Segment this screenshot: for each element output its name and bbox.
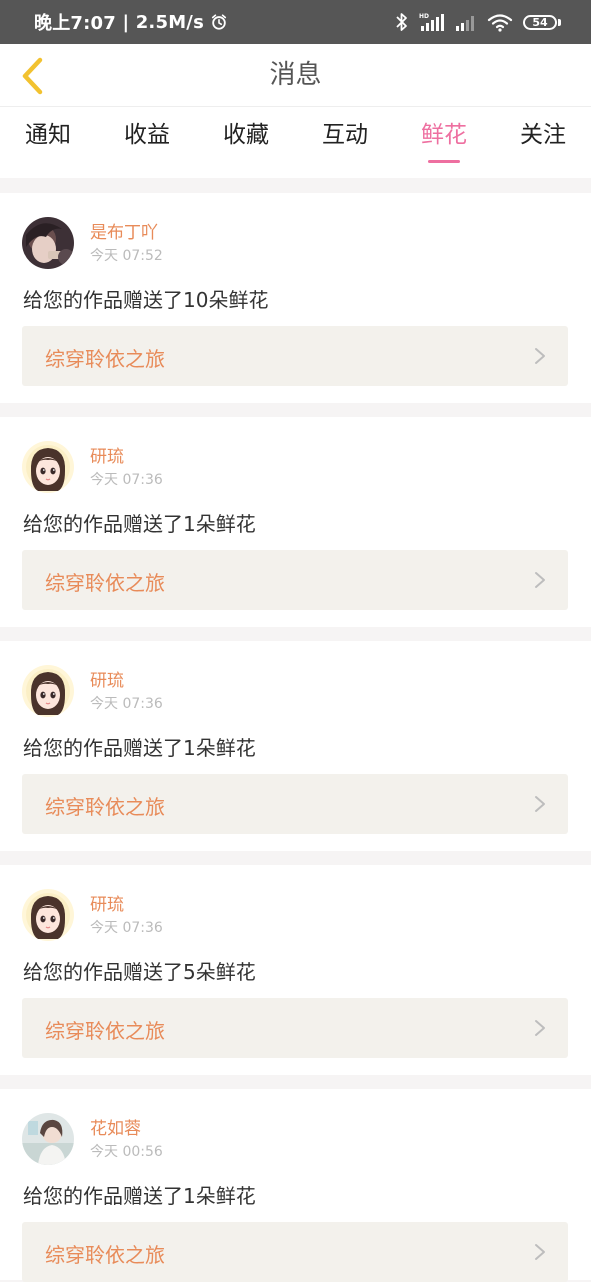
- signal-icon: [456, 16, 474, 31]
- avatar-cartoon-girl-icon: [22, 441, 74, 493]
- work-link[interactable]: 综穿聆依之旅: [22, 1222, 568, 1282]
- tab-label: 互动: [322, 122, 368, 148]
- message-time: 今天 00:56: [90, 1144, 163, 1160]
- work-title: 综穿聆依之旅: [45, 571, 165, 595]
- work-title: 综穿聆依之旅: [45, 1243, 165, 1267]
- work-link[interactable]: 综穿聆依之旅: [22, 550, 568, 610]
- status-bar: 晚上7:07 | 2.5M/s HD 54: [0, 0, 591, 44]
- chevron-right-icon: [535, 1020, 545, 1036]
- tab-favorites[interactable]: 收藏: [206, 115, 286, 167]
- avatar[interactable]: [22, 441, 74, 493]
- avatar[interactable]: [22, 665, 74, 717]
- active-tab-indicator: [428, 160, 460, 163]
- user-name[interactable]: 研琉: [90, 666, 124, 691]
- avatar-photo-icon: [22, 217, 74, 269]
- message-card: 是布丁吖 今天 07:52 给您的作品赠送了10朵鲜花 综穿聆依之旅: [0, 193, 591, 403]
- tab-label: 收益: [124, 122, 170, 148]
- chevron-right-icon: [535, 796, 545, 812]
- tab-following[interactable]: 关注: [503, 115, 583, 167]
- status-left: 晚上7:07 | 2.5M/s: [34, 9, 228, 35]
- tab-label: 关注: [520, 122, 566, 148]
- tab-label: 通知: [25, 122, 71, 148]
- work-title: 综穿聆依之旅: [45, 795, 165, 819]
- signal-hd-icon: HD: [419, 13, 444, 31]
- message-text: 给您的作品赠送了1朵鲜花: [23, 1184, 256, 1208]
- message-text: 给您的作品赠送了1朵鲜花: [23, 736, 256, 760]
- work-link[interactable]: 综穿聆依之旅: [22, 774, 568, 834]
- work-link[interactable]: 综穿聆依之旅: [22, 326, 568, 386]
- message-card: 研琉 今天 07:36 给您的作品赠送了1朵鲜花 综穿聆依之旅: [0, 417, 591, 627]
- status-time: 晚上7:07: [34, 13, 116, 34]
- user-name[interactable]: 花如蓉: [90, 1114, 141, 1139]
- tab-earnings[interactable]: 收益: [107, 115, 187, 167]
- user-name[interactable]: 研琉: [90, 442, 124, 467]
- user-name[interactable]: 研琉: [90, 890, 124, 915]
- avatar[interactable]: [22, 889, 74, 941]
- page-title: 消息: [269, 60, 322, 90]
- tab-flowers[interactable]: 鲜花: [404, 115, 484, 167]
- chevron-right-icon: [535, 1244, 545, 1260]
- network-speed: 2.5M/s: [135, 11, 204, 33]
- message-time: 今天 07:36: [90, 472, 163, 488]
- tab-interactions[interactable]: 互动: [305, 115, 385, 167]
- bluetooth-icon: [396, 13, 407, 31]
- message-card: 花如蓉 今天 00:56 给您的作品赠送了1朵鲜花 综穿聆依之旅: [0, 1089, 591, 1282]
- avatar-cartoon-girl-icon: [22, 665, 74, 717]
- tab-notifications[interactable]: 通知: [8, 115, 88, 167]
- avatar-photo-icon: [22, 1113, 74, 1165]
- tab-bar: 通知 收益 收藏 互动 鲜花 关注: [0, 106, 591, 178]
- message-card: 研琉 今天 07:36 给您的作品赠送了1朵鲜花 综穿聆依之旅: [0, 641, 591, 851]
- tab-label: 收藏: [223, 122, 269, 148]
- message-time: 今天 07:36: [90, 696, 163, 712]
- chevron-right-icon: [535, 348, 545, 364]
- user-name[interactable]: 是布丁吖: [90, 218, 158, 243]
- message-text: 给您的作品赠送了5朵鲜花: [23, 960, 256, 984]
- wifi-icon: [487, 14, 513, 32]
- status-separator: |: [115, 11, 136, 33]
- alarm-icon: [211, 14, 227, 30]
- chevron-right-icon: [535, 572, 545, 588]
- work-title: 综穿聆依之旅: [45, 347, 165, 371]
- work-title: 综穿聆依之旅: [45, 1019, 165, 1043]
- message-text: 给您的作品赠送了10朵鲜花: [23, 288, 269, 312]
- avatar[interactable]: [22, 217, 74, 269]
- message-text: 给您的作品赠送了1朵鲜花: [23, 512, 256, 536]
- message-card: 研琉 今天 07:36 给您的作品赠送了5朵鲜花 综穿聆依之旅: [0, 865, 591, 1075]
- app-header: 消息: [0, 44, 591, 106]
- avatar-cartoon-girl-icon: [22, 889, 74, 941]
- message-time: 今天 07:52: [90, 248, 163, 264]
- svg-text:HD: HD: [419, 13, 429, 20]
- battery-icon: 54: [523, 14, 561, 30]
- message-time: 今天 07:36: [90, 920, 163, 936]
- tab-label: 鲜花: [421, 122, 467, 148]
- work-link[interactable]: 综穿聆依之旅: [22, 998, 568, 1058]
- status-right: HD 54: [395, 12, 561, 32]
- avatar[interactable]: [22, 1113, 74, 1165]
- battery-level: 54: [523, 14, 557, 30]
